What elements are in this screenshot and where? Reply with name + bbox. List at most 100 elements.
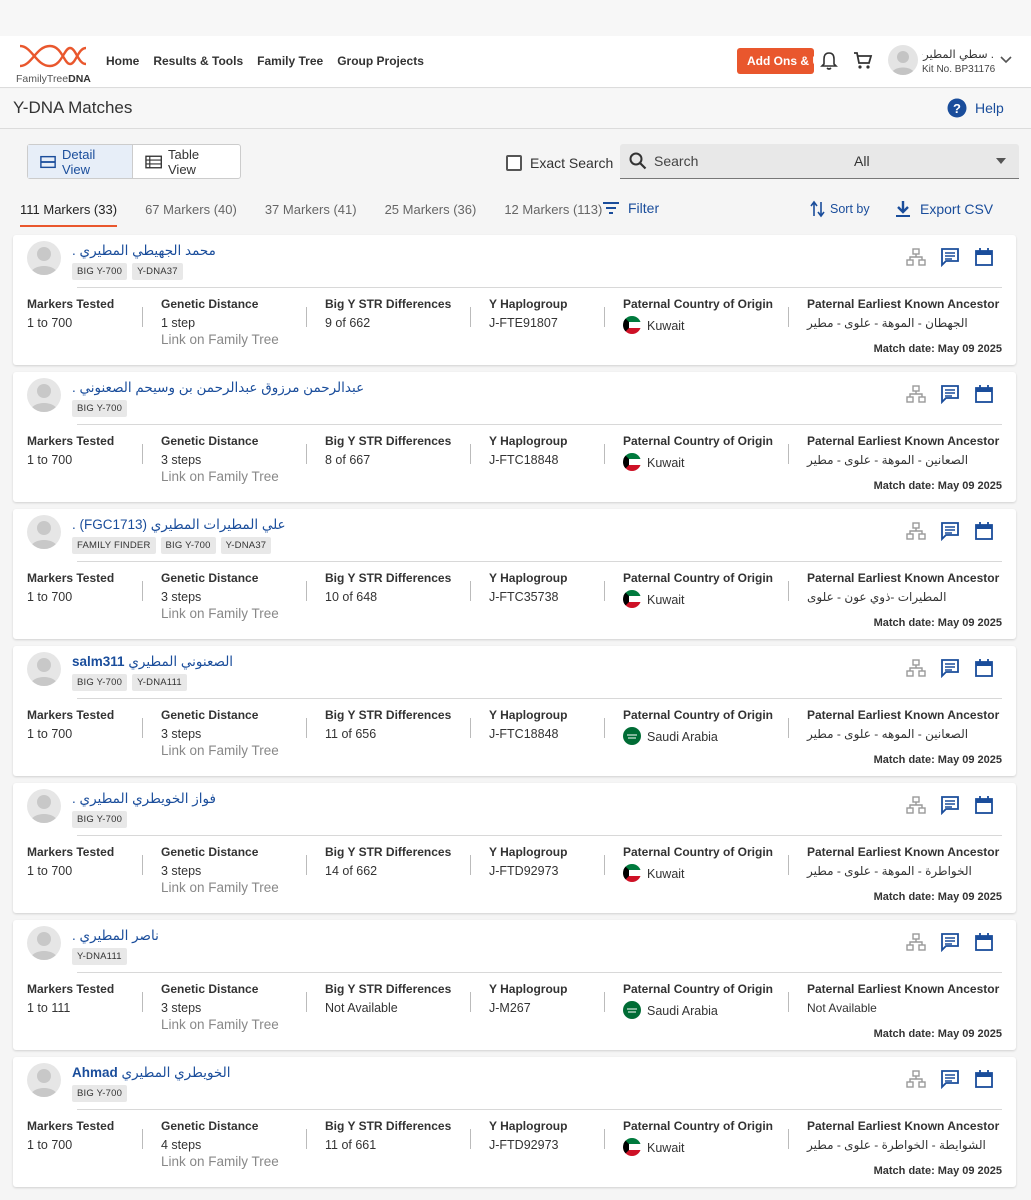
message-icon[interactable] [940,932,960,955]
message-icon[interactable] [940,247,960,270]
match-card: عبدالرحمن مرزوق عبدالرحمن بن وسيحم الصعن… [13,372,1016,502]
match-name-link[interactable]: ناصر المطيري . [72,928,159,944]
nav-results-tools[interactable]: Results & Tools [153,54,243,68]
tree-icon[interactable] [906,933,926,954]
link-on-family-tree[interactable]: Link on Family Tree [161,880,279,895]
tree-icon[interactable] [906,659,926,680]
match-name-link[interactable]: عبدالرحمن مرزوق عبدالرحمن بن وسيحم الصعن… [72,380,364,396]
message-icon[interactable] [940,521,960,544]
kuwait-flag-icon [623,1138,641,1156]
dropdown-arrow-icon [996,158,1006,164]
test-badge: BIG Y-700 [72,1085,128,1102]
tab-12-markers[interactable]: 12 Markers (113) [504,202,602,227]
search-input[interactable] [654,150,834,172]
avatar[interactable] [27,926,61,960]
tab-37-markers[interactable]: 37 Markers (41) [265,202,357,227]
earliest-ancestor: Paternal Earliest Known Ancestor الشوايطة… [807,1119,999,1152]
tab-67-markers[interactable]: 67 Markers (40) [145,202,237,227]
exact-search-toggle[interactable]: Exact Search [506,155,613,171]
link-on-family-tree[interactable]: Link on Family Tree [161,469,279,484]
detail-view-button[interactable]: Detail View [28,145,133,178]
cart-icon[interactable] [853,51,873,74]
tree-icon[interactable] [906,248,926,269]
nav-home[interactable]: Home [106,54,139,68]
tree-icon[interactable] [906,796,926,817]
match-name-link[interactable]: Ahmad الخويطري المطيري [72,1065,231,1081]
str-label: Big Y STR Differences [325,1119,452,1133]
card-actions [906,1069,994,1092]
detail-view-icon [40,155,56,168]
marker-tabs: 111 Markers (33) 67 Markers (40) 37 Mark… [20,202,630,227]
match-name-link[interactable]: salm311 الصعنوني المطيري [72,654,233,670]
avatar[interactable] [27,515,61,549]
genetic-distance: Genetic Distance 3 steps Link on Family Tr… [161,571,279,621]
link-on-family-tree[interactable]: Link on Family Tree [161,332,279,347]
export-csv-button[interactable]: Export CSV [894,200,993,218]
calendar-icon[interactable] [974,1069,994,1092]
link-on-family-tree[interactable]: Link on Family Tree [161,1154,279,1169]
calendar-icon[interactable] [974,384,994,407]
calendar-icon[interactable] [974,795,994,818]
exact-search-label: Exact Search [530,155,614,171]
search-scope-select[interactable]: All [840,144,1019,179]
link-on-family-tree[interactable]: Link on Family Tree [161,606,279,621]
link-on-family-tree[interactable]: Link on Family Tree [161,1017,279,1032]
logo[interactable]: FamilyTreeDNA [16,42,96,85]
message-icon[interactable] [940,658,960,681]
sort-by-button[interactable]: Sort by [810,200,870,218]
sort-icon [810,200,825,218]
tree-icon[interactable] [906,1070,926,1091]
link-on-family-tree[interactable]: Link on Family Tree [161,743,279,758]
calendar-icon[interactable] [974,932,994,955]
avatar[interactable] [27,789,61,823]
column-separator [306,718,307,738]
message-icon[interactable] [940,384,960,407]
calendar-icon[interactable] [974,521,994,544]
nav-family-tree[interactable]: Family Tree [257,54,323,68]
match-name-link[interactable]: فواز الخويطري المطيري . [72,791,216,807]
match-card: ناصر المطيري . Y-DNA111 Markers Tested 1 to… [13,920,1016,1050]
filter-button[interactable]: Filter [602,200,659,216]
kuwait-flag-icon [623,590,641,608]
help-link[interactable]: ? Help [947,98,1004,118]
country-label: Paternal Country of Origin [623,297,774,311]
table-view-button[interactable]: Table View [133,145,240,178]
calendar-icon[interactable] [974,658,994,681]
add-ons-button[interactable]: Add Ons & Upgrades [737,48,814,74]
tree-icon[interactable] [906,522,926,543]
bell-icon[interactable] [820,51,838,74]
calendar-icon[interactable] [974,247,994,270]
haplogroup-label: Y Haplogroup [489,571,568,585]
avatar[interactable] [27,652,61,686]
nav-group-projects[interactable]: Group Projects [337,54,424,68]
divider [77,1109,1002,1110]
str-label: Big Y STR Differences [325,434,452,448]
chevron-down-icon[interactable] [1000,52,1012,67]
match-name-link[interactable]: علي المطيرات المطيري (FGC1713) . [72,517,286,533]
markers-value: 1 to 700 [27,590,73,604]
ancestor-label: Paternal Earliest Known Ancestor [807,571,1000,585]
card-actions [906,521,994,544]
match-name-arabic: الخويطري المطيري [121,1065,231,1080]
top-strip [0,0,1031,36]
haplogroup: Y Haplogroup J-FTD92973 [489,1119,567,1152]
haplogroup-value: J-FTC18848 [489,453,559,467]
tab-111-markers[interactable]: 111 Markers (33) [20,202,118,227]
avatar[interactable] [27,1063,61,1097]
genetic-distance: Genetic Distance 4 steps Link on Family Tr… [161,1119,279,1169]
user-name[interactable]: . سطي المطيري [922,47,994,61]
message-icon[interactable] [940,1069,960,1092]
exact-search-checkbox[interactable] [506,155,522,171]
country-value: Kuwait [647,867,685,881]
tree-icon[interactable] [906,385,926,406]
avatar[interactable] [27,241,61,275]
markers-tested: Markers Tested 1 to 700 [27,297,114,330]
markers-label: Markers Tested [27,297,115,311]
match-name-link[interactable]: محمد الجهيطي المطيري . [72,243,216,259]
tab-25-markers[interactable]: 25 Markers (36) [385,202,477,227]
user-avatar[interactable] [888,45,918,75]
ancestor-value: الجهطان - الموهة - علوى - مطير [807,316,968,330]
search-icon [629,152,647,170]
avatar[interactable] [27,378,61,412]
message-icon[interactable] [940,795,960,818]
